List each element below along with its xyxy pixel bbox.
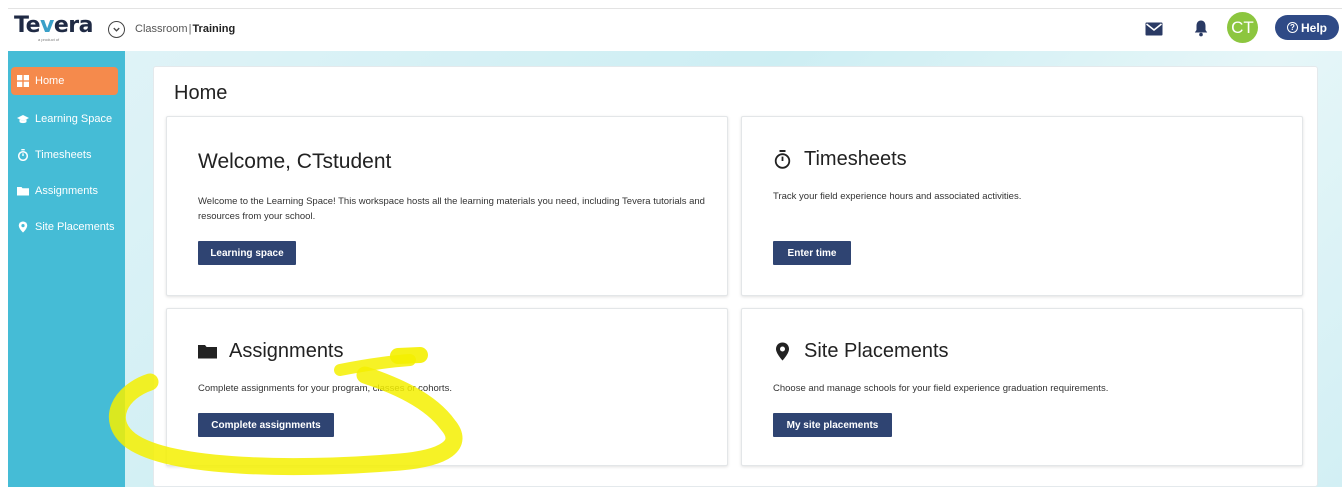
tevera-logo[interactable]: Tevera a product of (14, 15, 93, 43)
context-switch-chevron-icon[interactable] (108, 21, 125, 38)
stopwatch-icon (17, 149, 29, 161)
complete-assignments-button[interactable]: Complete assignments (198, 413, 334, 437)
top-bar: Tevera a product of Classroom|Training C… (8, 8, 1342, 50)
grid-icon (17, 75, 29, 87)
site-placements-title: Site Placements (773, 340, 949, 363)
breadcrumb: Classroom|Training (135, 23, 236, 35)
sidebar-item-label: Home (35, 75, 65, 87)
timesheets-description: Track your field experience hours and as… (773, 191, 1022, 202)
sidebar-item-home[interactable]: Home (11, 67, 118, 95)
sidebar-item-label: Learning Space (35, 113, 113, 125)
sidebar: Home Learning Space Timesheets Assignmen… (8, 51, 125, 487)
sidebar-item-learning-space[interactable]: Learning Space (11, 105, 118, 133)
my-site-placements-button[interactable]: My site placements (773, 413, 892, 437)
sidebar-item-assignments[interactable]: Assignments (11, 177, 118, 205)
question-circle-icon: ? (1286, 22, 1298, 33)
welcome-title: Welcome, CTstudent (198, 150, 392, 173)
welcome-description: Welcome to the Learning Space! This work… (198, 196, 705, 222)
map-pin-icon (773, 342, 792, 361)
welcome-card: Welcome, CTstudent Welcome to the Learni… (166, 116, 728, 296)
avatar[interactable]: CT (1227, 12, 1258, 43)
folder-icon (17, 185, 29, 197)
sidebar-item-label: Timesheets (35, 149, 92, 161)
sidebar-item-label: Assignments (35, 185, 98, 197)
timesheets-card: Timesheets Track your field experience h… (741, 116, 1303, 296)
sidebar-item-label: Site Placements (35, 221, 115, 233)
site-placements-description: Choose and manage schools for your field… (773, 383, 1109, 394)
stopwatch-icon (773, 150, 792, 169)
assignments-description: Complete assignments for your program, c… (198, 383, 452, 394)
assignments-title: Assignments (198, 340, 344, 363)
breadcrumb-current: Training (192, 23, 236, 35)
sidebar-item-site-placements[interactable]: Site Placements (11, 213, 118, 241)
mail-icon[interactable] (1145, 22, 1163, 36)
bell-icon[interactable] (1194, 19, 1208, 37)
learning-space-button[interactable]: Learning space (198, 241, 296, 265)
app-root: Tevera a product of Classroom|Training C… (0, 0, 1342, 487)
graduation-cap-icon (17, 113, 29, 125)
enter-time-button[interactable]: Enter time (773, 241, 851, 265)
help-button[interactable]: ? Help (1275, 15, 1339, 40)
assignments-card: Assignments Complete assignments for you… (166, 308, 728, 466)
sidebar-item-timesheets[interactable]: Timesheets (11, 141, 118, 169)
breadcrumb-context[interactable]: Classroom (135, 23, 188, 35)
logo-subtext: a product of (38, 37, 60, 42)
site-placements-card: Site Placements Choose and manage school… (741, 308, 1303, 466)
folder-icon (198, 342, 217, 361)
page-title: Home (174, 82, 228, 104)
timesheets-title: Timesheets (773, 148, 907, 171)
map-pin-icon (17, 221, 29, 233)
